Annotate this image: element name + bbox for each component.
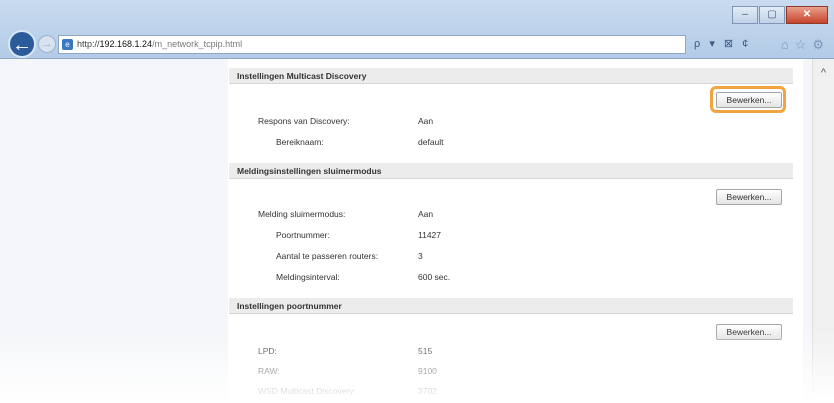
browser-window: – ▢ ✕ ← → e http://192.168.1.24/m_networ… xyxy=(0,0,834,403)
section-header-sleep-mode-notification: Meldingsinstellingen sluimermodus xyxy=(229,163,793,179)
address-tools-icon[interactable]: ρ ▾ ⊠ ¢ xyxy=(694,35,772,54)
edit-sleep-mode-notification-button[interactable]: Bewerken... xyxy=(716,189,782,205)
address-bar[interactable]: e http://192.168.1.24/m_network_tcpip.ht… xyxy=(58,35,686,54)
row-value-sleep-notification: Aan xyxy=(418,209,434,219)
favorites-icon[interactable]: ☆ xyxy=(795,35,807,54)
vertical-scrollbar[interactable]: ^ xyxy=(812,59,834,403)
row-value-discovery-response: Aan xyxy=(418,116,434,126)
close-button[interactable]: ✕ xyxy=(786,6,828,24)
row-value-raw: 9100 xyxy=(418,366,437,376)
row-value-notification-interval: 600 sec. xyxy=(418,272,451,282)
row-value-lpd: 515 xyxy=(418,346,433,356)
browser-chrome: – ▢ ✕ ← → e http://192.168.1.24/m_networ… xyxy=(0,0,834,59)
window-controls: – ▢ ✕ xyxy=(732,6,828,24)
minimize-button[interactable]: – xyxy=(732,6,758,24)
edit-port-number-button[interactable]: Bewerken... xyxy=(716,324,782,340)
forward-button[interactable]: → xyxy=(38,35,56,53)
back-button[interactable]: ← xyxy=(8,30,36,58)
maximize-button[interactable]: ▢ xyxy=(759,6,785,24)
address-host: 192.168.1.24 xyxy=(99,39,153,49)
section-header-multicast-discovery: Instellingen Multicast Discovery xyxy=(229,68,793,84)
row-label-wsd-multicast: WSD Multicast Discovery: xyxy=(258,386,356,396)
page-icon: e xyxy=(62,39,73,50)
row-label-router-hops: Aantal te passeren routers: xyxy=(276,251,379,261)
row-label-sleep-notification: Melding sluimermodus: xyxy=(258,209,346,219)
row-value-wsd-multicast: 3702 xyxy=(418,386,437,396)
row-label-lpd: LPD: xyxy=(258,346,277,356)
row-label-notification-interval: Meldingsinterval: xyxy=(276,272,340,282)
row-label-port-number: Poortnummer: xyxy=(276,230,330,240)
address-prefix: http:// xyxy=(77,39,100,49)
row-value-scope-name: default xyxy=(418,137,444,147)
settings-gear-icon[interactable]: ⚙ xyxy=(812,35,824,54)
home-icon[interactable]: ⌂ xyxy=(781,35,789,54)
scroll-up-arrow-icon[interactable]: ^ xyxy=(813,67,834,79)
page-viewport xyxy=(0,59,812,403)
highlight-ring xyxy=(710,86,786,113)
row-label-discovery-response: Respons van Discovery: xyxy=(258,116,350,126)
row-label-raw: RAW: xyxy=(258,366,280,376)
row-value-port-number: 11427 xyxy=(418,230,442,240)
row-label-scope-name: Bereiknaam: xyxy=(276,137,324,147)
address-path: /m_network_tcpip.html xyxy=(152,39,243,49)
row-value-router-hops: 3 xyxy=(418,251,423,261)
section-header-port-number-settings: Instellingen poortnummer xyxy=(229,298,793,314)
browser-nav-icons: ⌂ ☆ ⚙ xyxy=(781,35,824,54)
